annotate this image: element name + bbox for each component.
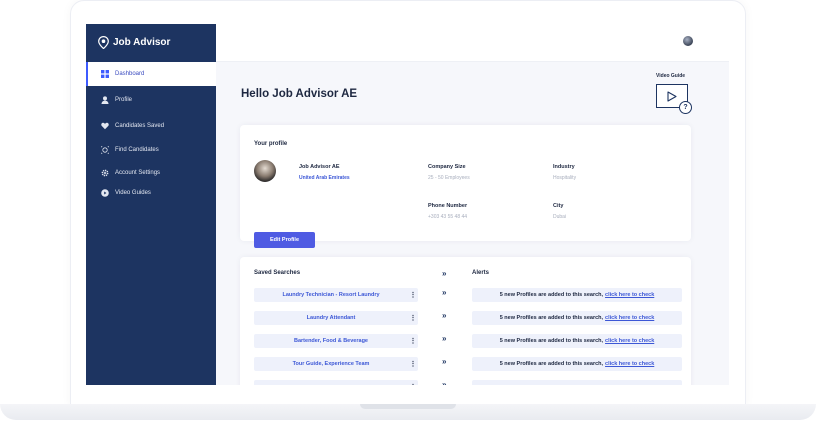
saved-search-item[interactable]: Bartender, Food & Beverage ⋮: [254, 334, 418, 348]
double-chevron-icon: »: [442, 269, 447, 278]
sidebar-item-label: Account Settings: [115, 170, 161, 176]
heart-icon: [100, 122, 109, 131]
profile-location: United Arab Emirates: [299, 175, 350, 181]
saved-search-item[interactable]: Laundry Technician - Resort Laundry ⋮: [254, 288, 418, 302]
alert-check-link[interactable]: click here to check: [605, 292, 654, 298]
alert-text: 5 new Profiles are added to this search,: [499, 338, 604, 344]
saved-search-item[interactable]: ⋮: [254, 380, 418, 385]
saved-search-name: Laundry Attendant: [306, 315, 356, 321]
alert-item: 5 new Profiles are added to this search,…: [472, 357, 682, 371]
kebab-menu-icon[interactable]: ⋮: [408, 338, 418, 345]
profile-avatar: [254, 160, 276, 182]
saved-search-item[interactable]: Tour Guide, Experience Team ⋮: [254, 357, 418, 371]
alert-item: [472, 380, 682, 385]
alerts-title: Alerts: [472, 270, 490, 276]
alert-check-link[interactable]: click here to check: [605, 338, 654, 344]
company-size-value: 25 - 50 Employees: [428, 175, 470, 181]
industry-value: Hospitality: [553, 175, 577, 181]
sidebar: Job Advisor Dashboard Profile Candidates…: [86, 24, 216, 385]
profile-card-title: Your profile: [254, 141, 288, 147]
sidebar-item-label: Profile: [115, 97, 133, 103]
saved-search-name: Tour Guide, Experience Team: [292, 361, 370, 367]
alert-text: 5 new Profiles are added to this search,: [499, 361, 604, 367]
alert-check-link[interactable]: click here to check: [605, 361, 654, 367]
top-bar: [216, 24, 729, 62]
saved-search-name: Laundry Technician - Resort Laundry: [282, 292, 380, 298]
city-value: Dubai: [553, 214, 567, 220]
double-chevron-icon: »: [442, 334, 447, 343]
app-screen: Job Advisor Dashboard Profile Candidates…: [86, 24, 729, 385]
sidebar-item-find-candidates[interactable]: Find Candidates: [86, 138, 216, 162]
play-circle-icon: [100, 189, 109, 198]
sidebar-item-label: Dashboard: [115, 71, 145, 77]
double-chevron-icon: »: [442, 357, 447, 366]
avatar[interactable]: [683, 36, 693, 46]
laptop-mockup: Job Advisor Dashboard Profile Candidates…: [0, 0, 816, 425]
alert-item: 5 new Profiles are added to this search,…: [472, 311, 682, 325]
play-icon: [667, 90, 677, 102]
saved-search-item[interactable]: Laundry Attendant ⋮: [254, 311, 418, 325]
saved-search-name: Bartender, Food & Beverage: [294, 338, 368, 344]
kebab-menu-icon[interactable]: ⋮: [408, 292, 418, 299]
laptop-notch: [360, 404, 456, 409]
industry-label: Industry: [553, 164, 575, 170]
phone-value: +303 43 55 48 44: [428, 214, 468, 220]
sidebar-item-label: Find Candidates: [115, 147, 159, 153]
user-icon: [100, 96, 109, 105]
kebab-menu-icon[interactable]: ⋮: [408, 361, 418, 368]
kebab-menu-icon[interactable]: ⋮: [408, 384, 418, 386]
sidebar-item-profile[interactable]: Profile: [86, 88, 216, 112]
company-size-label: Company Size: [428, 164, 466, 170]
alert-item: 5 new Profiles are added to this search,…: [472, 334, 682, 348]
profile-card: Your profile Job Advisor AE United Arab …: [240, 125, 691, 248]
video-guide-label: Video Guide: [656, 73, 686, 79]
gear-icon: [100, 169, 109, 178]
location-pin-icon: [98, 35, 109, 49]
dashboard-icon: [100, 70, 109, 79]
sidebar-item-dashboard[interactable]: Dashboard: [86, 62, 216, 86]
edit-profile-button[interactable]: Edit Profile: [254, 232, 315, 248]
kebab-menu-icon[interactable]: ⋮: [408, 315, 418, 322]
phone-label: Phone Number: [428, 203, 468, 209]
double-chevron-icon: »: [442, 380, 447, 385]
brand-logo[interactable]: Job Advisor: [98, 34, 170, 50]
profile-name: Job Advisor AE: [299, 164, 340, 170]
help-icon[interactable]: ?: [679, 101, 692, 114]
alert-text: 5 new Profiles are added to this search,: [499, 315, 604, 321]
alert-check-link[interactable]: click here to check: [605, 315, 654, 321]
double-chevron-icon: »: [442, 311, 447, 320]
alert-item: 5 new Profiles are added to this search,…: [472, 288, 682, 302]
sidebar-item-label: Video Guides: [115, 190, 151, 196]
sidebar-item-video-guides[interactable]: Video Guides: [86, 181, 216, 205]
target-icon: [100, 146, 109, 155]
city-label: City: [553, 203, 564, 209]
double-chevron-icon: »: [442, 288, 447, 297]
brand-name: Job Advisor: [113, 36, 171, 48]
sidebar-item-label: Candidates Saved: [115, 123, 165, 129]
alert-text: 5 new Profiles are added to this search,: [499, 292, 604, 298]
page-title: Hello Job Advisor AE: [241, 88, 358, 100]
sidebar-item-candidates-saved[interactable]: Candidates Saved: [86, 114, 216, 138]
saved-searches-title: Saved Searches: [254, 270, 301, 276]
